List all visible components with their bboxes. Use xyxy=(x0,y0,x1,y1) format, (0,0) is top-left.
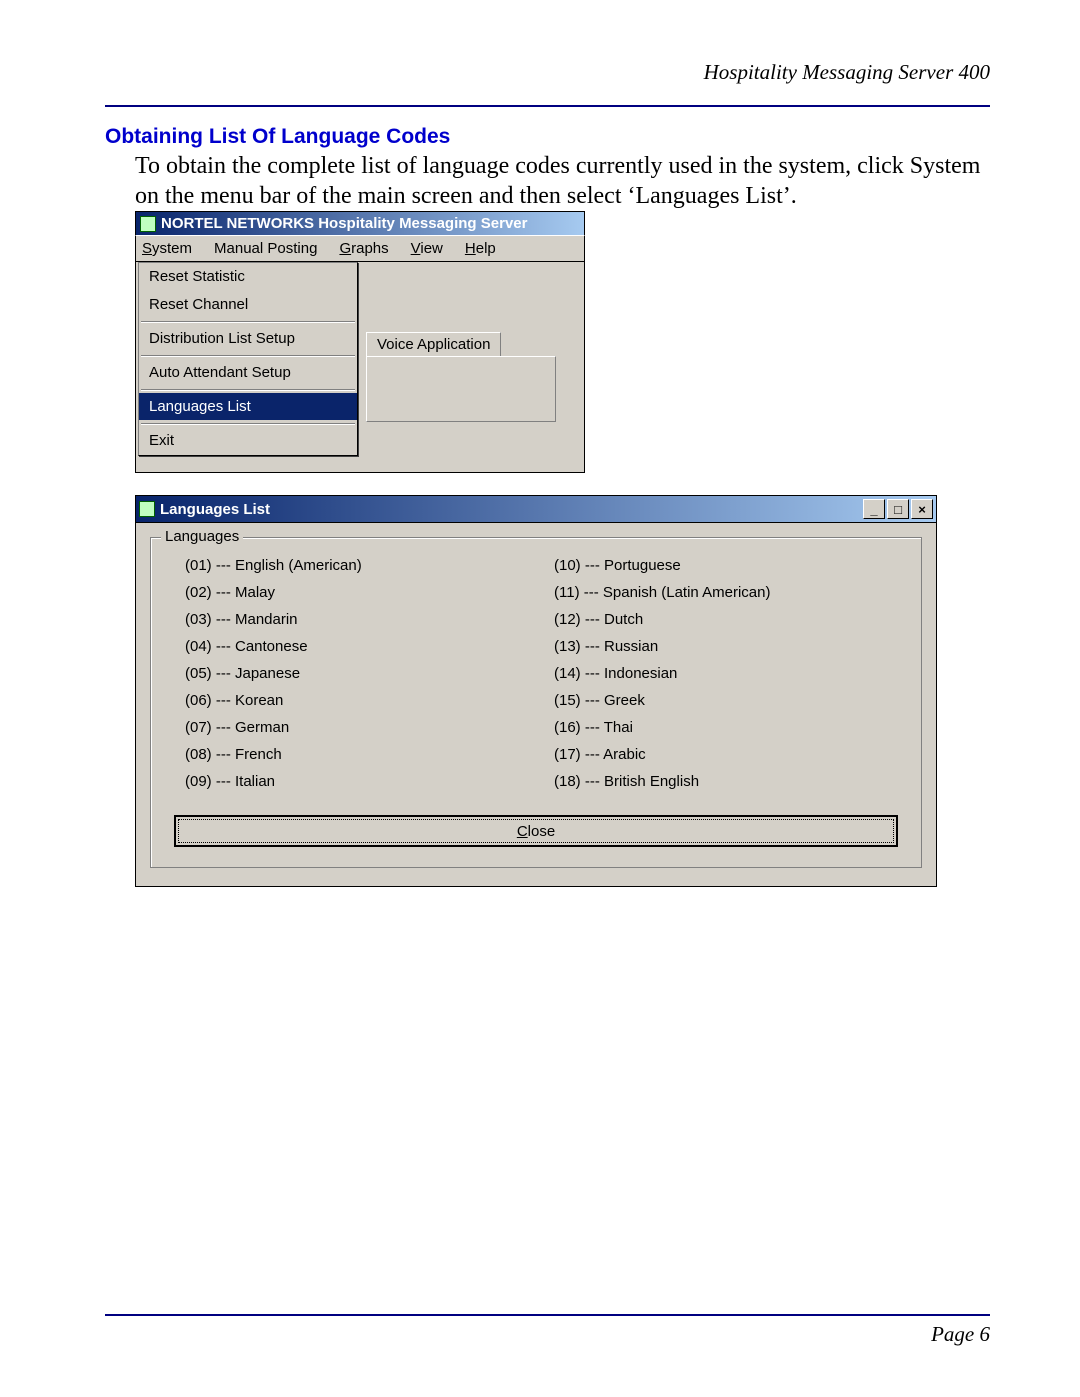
menu-system[interactable]: SSystemystem xyxy=(138,239,196,258)
screenshot-languages-dialog: Languages List _ □ × Languages (01) --- … xyxy=(135,495,937,887)
close-button[interactable]: Close Close xyxy=(174,815,898,847)
languages-groupbox: Languages (01) --- English (American) (0… xyxy=(150,537,922,868)
list-item: (11) --- Spanish (Latin American) xyxy=(536,579,905,606)
window-title: NORTEL NETWORKS Hospitality Messaging Se… xyxy=(161,215,527,232)
list-item: (15) --- Greek xyxy=(536,687,905,714)
dd-separator xyxy=(141,355,355,357)
product-name: Hospitality Messaging Server 400 xyxy=(105,60,990,85)
footer-divider xyxy=(105,1314,990,1316)
maximize-button[interactable]: □ xyxy=(887,499,909,519)
app-icon xyxy=(139,501,155,517)
menu-help[interactable]: HelpHelp xyxy=(461,239,500,258)
page-header: Hospitality Messaging Server 400 xyxy=(105,60,990,107)
dd-separator xyxy=(141,321,355,323)
dialog-body: Languages (01) --- English (American) (0… xyxy=(136,523,936,886)
app-icon xyxy=(140,216,156,232)
tab-voice-application[interactable]: Voice Application xyxy=(366,332,501,356)
list-item: (10) --- Portuguese xyxy=(536,552,905,579)
dd-reset-channel[interactable]: Reset Channel xyxy=(139,291,357,319)
dd-exit[interactable]: Exit xyxy=(139,427,357,455)
menubar[interactable]: SSystemystem Manual Posting GraphsGraphs… xyxy=(135,235,585,262)
menu-manual-posting[interactable]: Manual Posting xyxy=(210,239,321,258)
window-titlebar: NORTEL NETWORKS Hospitality Messaging Se… xyxy=(135,211,585,235)
list-item: (18) --- British English xyxy=(536,768,905,795)
minimize-button[interactable]: _ xyxy=(863,499,885,519)
dd-separator xyxy=(141,389,355,391)
list-item: (01) --- English (American) xyxy=(167,552,536,579)
window-controls: _ □ × xyxy=(861,499,933,519)
dialog-titlebar: Languages List _ □ × xyxy=(136,496,936,523)
page-number: Page 6 xyxy=(105,1322,990,1347)
window-client-area: Reset Statistic Reset Channel Distributi… xyxy=(135,262,585,473)
languages-grid: (01) --- English (American) (02) --- Mal… xyxy=(167,552,905,795)
dd-separator xyxy=(141,423,355,425)
list-item: (16) --- Thai xyxy=(536,714,905,741)
dd-auto-attendant-setup[interactable]: Auto Attendant Setup xyxy=(139,359,357,387)
header-divider xyxy=(105,105,990,107)
list-item: (17) --- Arabic xyxy=(536,741,905,768)
dialog-title: Languages List xyxy=(160,501,270,518)
list-item: (13) --- Russian xyxy=(536,633,905,660)
closewin-button[interactable]: × xyxy=(911,499,933,519)
list-item: (12) --- Dutch xyxy=(536,606,905,633)
dd-distribution-list-setup[interactable]: Distribution List Setup xyxy=(139,325,357,353)
languages-col-2: (10) --- Portuguese (11) --- Spanish (La… xyxy=(536,552,905,795)
list-item: (05) --- Japanese xyxy=(167,660,536,687)
list-item: (14) --- Indonesian xyxy=(536,660,905,687)
list-item: (08) --- French xyxy=(167,741,536,768)
dd-languages-list[interactable]: Languages List xyxy=(139,393,357,421)
list-item: (07) --- German xyxy=(167,714,536,741)
close-button-label: Close xyxy=(517,823,555,840)
list-item: (09) --- Italian xyxy=(167,768,536,795)
screenshot-menu-window: NORTEL NETWORKS Hospitality Messaging Se… xyxy=(135,211,585,473)
tab-panel xyxy=(366,356,556,422)
menu-view[interactable]: ViewView xyxy=(407,239,447,258)
list-item: (04) --- Cantonese xyxy=(167,633,536,660)
section-title: Obtaining List Of Language Codes xyxy=(105,125,990,149)
system-dropdown: Reset Statistic Reset Channel Distributi… xyxy=(138,262,358,456)
body-paragraph: To obtain the complete list of language … xyxy=(135,151,990,211)
menu-graphs[interactable]: GraphsGraphs xyxy=(335,239,392,258)
list-item: (03) --- Mandarin xyxy=(167,606,536,633)
languages-col-1: (01) --- English (American) (02) --- Mal… xyxy=(167,552,536,795)
groupbox-label: Languages xyxy=(161,528,243,545)
page-footer: Page 6 xyxy=(105,1314,990,1347)
list-item: (02) --- Malay xyxy=(167,579,536,606)
dd-reset-statistic[interactable]: Reset Statistic xyxy=(139,263,357,291)
list-item: (06) --- Korean xyxy=(167,687,536,714)
tab-area: Voice Application xyxy=(366,332,556,422)
